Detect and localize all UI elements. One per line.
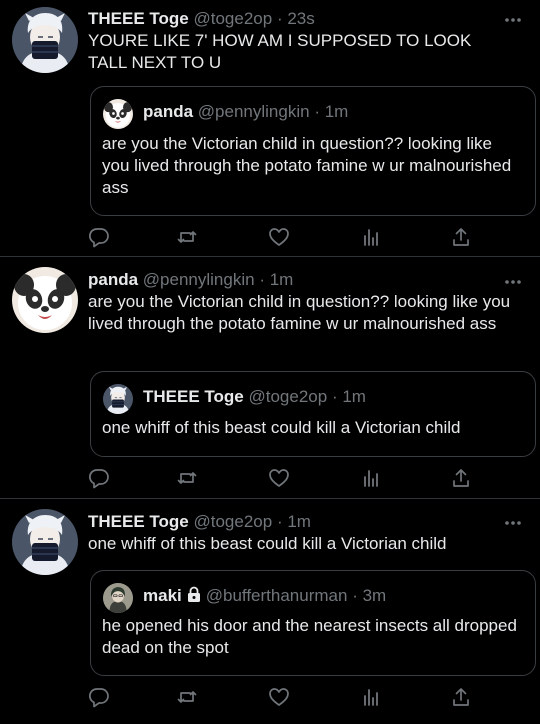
- separator: ·: [259, 270, 265, 289]
- quoted-timestamp: 1m: [324, 102, 349, 121]
- more-options-icon[interactable]: [504, 515, 522, 525]
- reply-icon[interactable]: [88, 467, 110, 489]
- tweet-header: THEEE Toge @toge2op · 1m: [88, 511, 500, 533]
- tweet[interactable]: panda @pennylingkin · 1m are you the Vic…: [0, 257, 540, 499]
- quoted-tweet[interactable]: panda @pennylingkin · 1m are you the Vic…: [90, 86, 536, 216]
- share-icon[interactable]: [450, 226, 472, 248]
- analytics-icon[interactable]: [360, 226, 382, 248]
- timestamp[interactable]: 1m: [270, 270, 294, 289]
- toge-avatar-image: [103, 384, 133, 414]
- quoted-handle: @pennylingkin: [197, 102, 310, 121]
- retweet-icon[interactable]: [176, 226, 198, 248]
- retweet-icon[interactable]: [176, 686, 198, 708]
- quoted-handle: @bufferthanurman: [205, 586, 348, 605]
- quoted-display-name: THEEE Toge: [143, 387, 244, 406]
- timestamp[interactable]: 23s: [287, 9, 314, 28]
- quoted-header: panda @pennylingkin · 1m: [143, 101, 348, 123]
- like-icon[interactable]: [268, 686, 290, 708]
- toge-avatar-image: [12, 509, 78, 575]
- panda-avatar-image: [103, 99, 133, 129]
- handle[interactable]: @pennylingkin: [143, 270, 255, 289]
- maki-avatar-image: [103, 583, 133, 613]
- separator: ·: [331, 387, 338, 406]
- analytics-icon[interactable]: [360, 686, 382, 708]
- retweet-icon[interactable]: [176, 467, 198, 489]
- avatar[interactable]: [12, 7, 78, 73]
- quoted-timestamp: 1m: [342, 387, 366, 406]
- more-options-icon[interactable]: [504, 274, 522, 284]
- quoted-display-name: panda: [143, 102, 194, 121]
- action-bar: [88, 686, 472, 708]
- share-icon[interactable]: [450, 467, 472, 489]
- quoted-timestamp: 3m: [362, 586, 387, 605]
- quoted-text: one whiff of this beast could kill a Vic…: [102, 418, 461, 437]
- quoted-avatar: [103, 583, 133, 613]
- quoted-handle: @toge2op: [248, 387, 328, 406]
- avatar[interactable]: [12, 509, 78, 575]
- tweet-text: one whiff of this beast could kill a Vic…: [88, 534, 447, 553]
- tweet-text: are you the Victorian child in question?…: [88, 292, 511, 333]
- tweet[interactable]: THEEE Toge @toge2op · 1m one whiff of th…: [0, 499, 540, 724]
- like-icon[interactable]: [268, 467, 290, 489]
- quoted-tweet[interactable]: maki @bufferthanurman · 3m he opened his …: [90, 570, 536, 676]
- quoted-tweet[interactable]: THEEE Toge @toge2op · 1m one whiff of th…: [90, 371, 536, 457]
- display-name[interactable]: THEEE Toge: [88, 9, 189, 28]
- separator: ·: [314, 102, 320, 121]
- separator: ·: [276, 9, 283, 28]
- action-bar: [88, 226, 472, 248]
- tweet-header: panda @pennylingkin · 1m: [88, 269, 500, 291]
- more-options-icon[interactable]: [504, 12, 522, 22]
- panda-avatar-image: [12, 267, 78, 333]
- tweet-header: THEEE Toge @toge2op · 23s: [88, 8, 500, 30]
- analytics-icon[interactable]: [360, 467, 382, 489]
- reply-icon[interactable]: [88, 686, 110, 708]
- tweet[interactable]: THEEE Toge @toge2op · 23s YOURE LIKE 7' …: [0, 0, 540, 257]
- reply-icon[interactable]: [88, 226, 110, 248]
- timestamp[interactable]: 1m: [287, 512, 311, 531]
- handle[interactable]: @toge2op: [193, 9, 272, 28]
- like-icon[interactable]: [268, 226, 290, 248]
- toge-avatar-image: [12, 7, 78, 73]
- avatar[interactable]: [12, 267, 78, 333]
- tweet-text: YOURE LIKE 7' HOW AM I SUPPOSED TO LOOK …: [88, 31, 472, 72]
- quoted-text: are you the Victorian child in question?…: [102, 134, 512, 197]
- handle[interactable]: @toge2op: [193, 512, 272, 531]
- quoted-text: he opened his door and the nearest insec…: [102, 616, 517, 657]
- quoted-avatar: [103, 99, 133, 129]
- share-icon[interactable]: [450, 686, 472, 708]
- lock-icon: [186, 586, 202, 609]
- quoted-avatar: [103, 384, 133, 414]
- quoted-header: THEEE Toge @toge2op · 1m: [143, 386, 366, 408]
- quoted-header: maki @bufferthanurman · 3m: [143, 585, 386, 609]
- display-name[interactable]: panda: [88, 270, 138, 289]
- display-name[interactable]: THEEE Toge: [88, 512, 189, 531]
- separator: ·: [276, 512, 283, 531]
- separator: ·: [352, 586, 358, 605]
- action-bar: [88, 467, 472, 489]
- quoted-display-name: maki: [143, 586, 182, 605]
